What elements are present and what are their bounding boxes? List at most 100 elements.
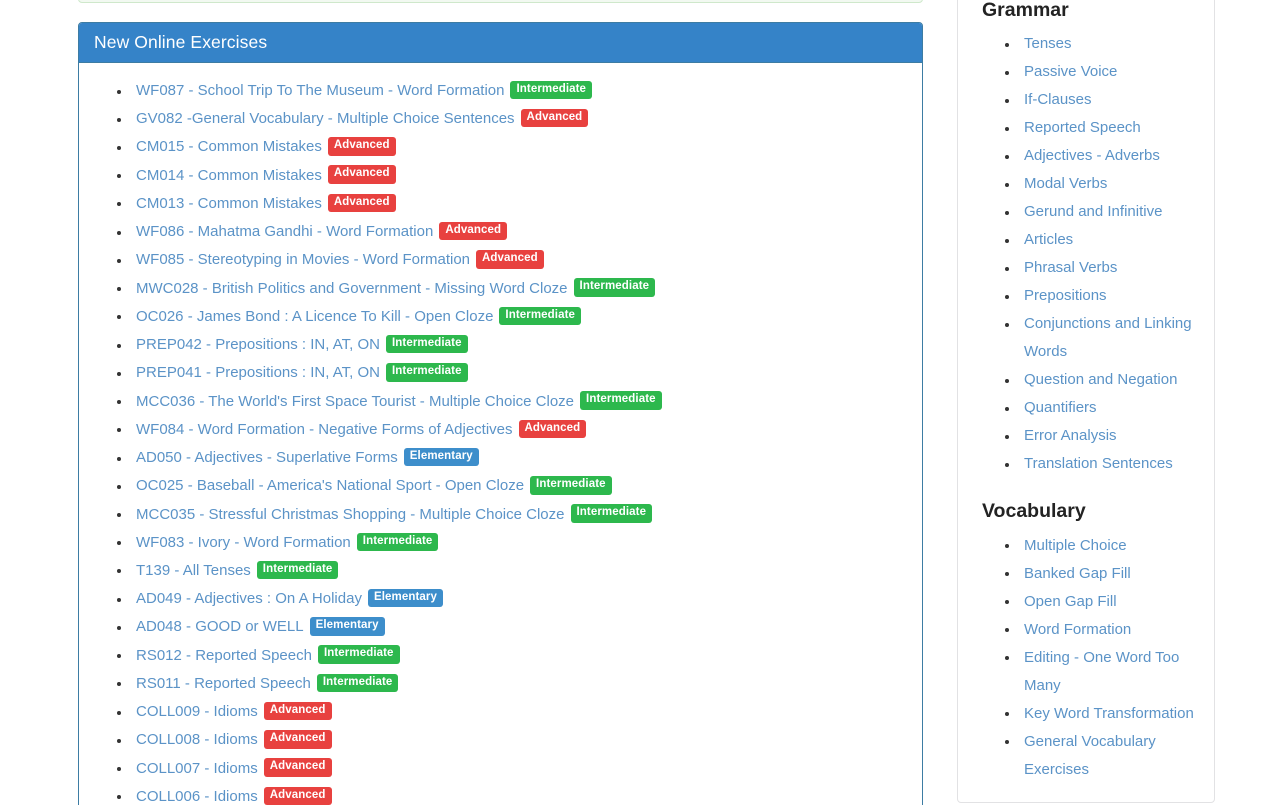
level-badge: Advanced (519, 420, 587, 439)
level-badge: Advanced (264, 730, 332, 749)
exercise-list-item: COLL008 - Idioms Advanced (136, 726, 907, 754)
exercise-link[interactable]: WF086 - Mahatma Gandhi - Word Formation (136, 223, 433, 240)
exercise-list-item: CM015 - Common Mistakes Advanced (136, 133, 907, 161)
level-badge: Intermediate (257, 561, 339, 580)
sidebar-link[interactable]: Open Gap Fill (1024, 593, 1117, 610)
exercise-list-item: WF086 - Mahatma Gandhi - Word FormationA… (136, 218, 907, 246)
sidebar-link[interactable]: Error Analysis (1024, 427, 1117, 444)
sidebar-link[interactable]: Banked Gap Fill (1024, 565, 1131, 582)
sidebar-link[interactable]: Multiple Choice (1024, 537, 1127, 554)
sidebar-link[interactable]: General Vocabulary Exercises (1024, 733, 1156, 778)
exercise-list-item: WF083 - Ivory - Word Formation Intermedia… (136, 529, 907, 557)
exercise-link[interactable]: CM015 - Common Mistakes (136, 138, 322, 155)
exercise-link[interactable]: OC025 - Baseball - America's National Sp… (136, 477, 524, 494)
exercise-link[interactable]: T139 - All Tenses (136, 562, 251, 579)
sidebar-link[interactable]: Modal Verbs (1024, 175, 1107, 192)
sidebar-heading-grammar: Grammar (982, 0, 1202, 22)
sidebar-link[interactable]: Editing - One Word Too Many (1024, 649, 1179, 694)
exercise-link[interactable]: RS011 - Reported Speech (136, 675, 311, 692)
exercise-list-item: RS011 - Reported Speech Intermediate (136, 670, 907, 698)
sidebar-link[interactable]: Conjunctions and Linking Words (1024, 315, 1192, 360)
exercise-list-item: AD050 - Adjectives - Superlative FormsEl… (136, 444, 907, 472)
exercise-link[interactable]: CM013 - Common Mistakes (136, 195, 322, 212)
panel-heading: New Online Exercises (79, 23, 922, 63)
sidebar-list-item: Question and Negation (1024, 366, 1202, 394)
level-badge: Intermediate (580, 391, 662, 410)
level-badge: Advanced (264, 758, 332, 777)
sidebar-link[interactable]: Articles (1024, 231, 1073, 248)
exercise-list-item: WF087 - School Trip To The Museum - Word… (136, 77, 907, 105)
sidebar-list-item: Gerund and Infinitive (1024, 198, 1202, 226)
exercise-list-item: CM014 - Common MistakesAdvanced (136, 162, 907, 190)
sidebar-link[interactable]: Word Formation (1024, 621, 1131, 638)
sidebar-link[interactable]: Translation Sentences (1024, 455, 1173, 472)
exercise-link[interactable]: COLL007 - Idioms (136, 760, 258, 777)
sidebar-link[interactable]: Passive Voice (1024, 63, 1117, 80)
exercise-link[interactable]: AD050 - Adjectives - Superlative Forms (136, 449, 398, 466)
sidebar-link[interactable]: Phrasal Verbs (1024, 259, 1117, 276)
sidebar-list-item: Quantifiers (1024, 394, 1202, 422)
exercise-link[interactable]: WF087 - School Trip To The Museum - Word… (136, 82, 504, 99)
sidebar-list-item: General Vocabulary Exercises (1024, 728, 1202, 784)
sidebar-link[interactable]: If-Clauses (1024, 91, 1092, 108)
sidebar-list-grammar: Tenses Passive Voice If-Clauses Reported Sp… (970, 30, 1202, 478)
sidebar-link[interactable]: Quantifiers (1024, 399, 1097, 416)
exercise-list-item: MWC028 - British Politics and Government… (136, 275, 907, 303)
exercise-list-item: WF085 - Stereotyping in Movies - Word Fo… (136, 246, 907, 274)
exercise-list-item: OC025 - Baseball - America's National Sp… (136, 472, 907, 500)
exercise-link[interactable]: COLL008 - Idioms (136, 731, 258, 748)
exercise-link[interactable]: RS012 - Reported Speech (136, 647, 312, 664)
exercise-list-item: OC026 - James Bond : A Licence To Kill -… (136, 303, 907, 331)
level-badge: Advanced (328, 194, 396, 213)
exercise-link[interactable]: MCC035 - Stressful Christmas Shopping - … (136, 506, 565, 523)
exercise-link[interactable]: OC026 - James Bond : A Licence To Kill -… (136, 308, 493, 325)
sidebar-link[interactable]: Adjectives - Adverbs (1024, 147, 1160, 164)
sidebar-link[interactable]: Key Word Transformation (1024, 705, 1194, 722)
sidebar-card-grammar-vocabulary: Grammar Tenses Passive Voice If-Clauses Rep… (957, 0, 1215, 803)
sidebar-list-item: Articles (1024, 226, 1202, 254)
exercise-link[interactable]: WF083 - Ivory - Word Formation (136, 534, 351, 551)
sidebar-link[interactable]: Question and Negation (1024, 371, 1177, 388)
exercise-link[interactable]: MWC028 - British Politics and Government… (136, 280, 568, 297)
sidebar-list-item: Key Word Transformation (1024, 700, 1202, 728)
sidebar-list-item: Modal Verbs (1024, 170, 1202, 198)
exercise-link[interactable]: PREP042 - Prepositions : IN, AT, ON (136, 336, 380, 353)
exercise-list-item: COLL009 - IdiomsAdvanced (136, 698, 907, 726)
sidebar-link[interactable]: Gerund and Infinitive (1024, 203, 1162, 220)
exercise-list-item: PREP042 - Prepositions : IN, AT, ONInter… (136, 331, 907, 359)
exercise-link[interactable]: PREP041 - Prepositions : IN, AT, ON (136, 364, 380, 381)
level-badge: Intermediate (530, 476, 612, 495)
sidebar-list-item: Prepositions (1024, 282, 1202, 310)
page-root: New Online Exercises WF087 - School Trip… (0, 0, 1268, 805)
sidebar-list-item: Open Gap Fill (1024, 588, 1202, 616)
level-badge: Advanced (328, 137, 396, 156)
exercise-link[interactable]: WF085 - Stereotyping in Movies - Word Fo… (136, 251, 470, 268)
level-badge: Advanced (264, 787, 332, 805)
exercise-link[interactable]: CM014 - Common Mistakes (136, 167, 322, 184)
sidebar-list-item: Translation Sentences (1024, 450, 1202, 478)
exercise-link[interactable]: AD048 - GOOD or WELL (136, 618, 304, 635)
level-badge: Intermediate (499, 307, 581, 326)
exercise-link[interactable]: AD049 - Adjectives : On A Holiday (136, 590, 362, 607)
exercise-list-item: PREP041 - Prepositions : IN, AT, ON Inter… (136, 359, 907, 387)
sidebar-list-item: Adjectives - Adverbs (1024, 142, 1202, 170)
sidebar-list-item: If-Clauses (1024, 86, 1202, 114)
exercise-link[interactable]: MCC036 - The World's First Space Tourist… (136, 393, 574, 410)
sidebar-link[interactable]: Prepositions (1024, 287, 1107, 304)
exercise-link[interactable]: COLL009 - Idioms (136, 703, 258, 720)
page-title: New Online Exercises (94, 34, 267, 52)
level-badge: Intermediate (357, 533, 439, 552)
sidebar-list-item: Passive Voice (1024, 58, 1202, 86)
sidebar-list-item: Conjunctions and Linking Words (1024, 310, 1202, 366)
exercise-link[interactable]: GV082 -General Vocabulary - Multiple Cho… (136, 110, 515, 127)
level-badge: Intermediate (571, 504, 653, 523)
sidebar-link[interactable]: Tenses (1024, 35, 1072, 52)
sidebar-link[interactable]: Reported Speech (1024, 119, 1141, 136)
level-badge: Intermediate (386, 363, 468, 382)
exercise-link[interactable]: WF084 - Word Formation - Negative Forms … (136, 421, 513, 438)
sidebar-list-item: Editing - One Word Too Many (1024, 644, 1202, 700)
exercise-link[interactable]: COLL006 - Idioms (136, 788, 258, 805)
exercise-list: WF087 - School Trip To The Museum - Word… (94, 77, 907, 805)
level-badge: Intermediate (317, 674, 399, 693)
level-badge: Intermediate (574, 278, 656, 297)
